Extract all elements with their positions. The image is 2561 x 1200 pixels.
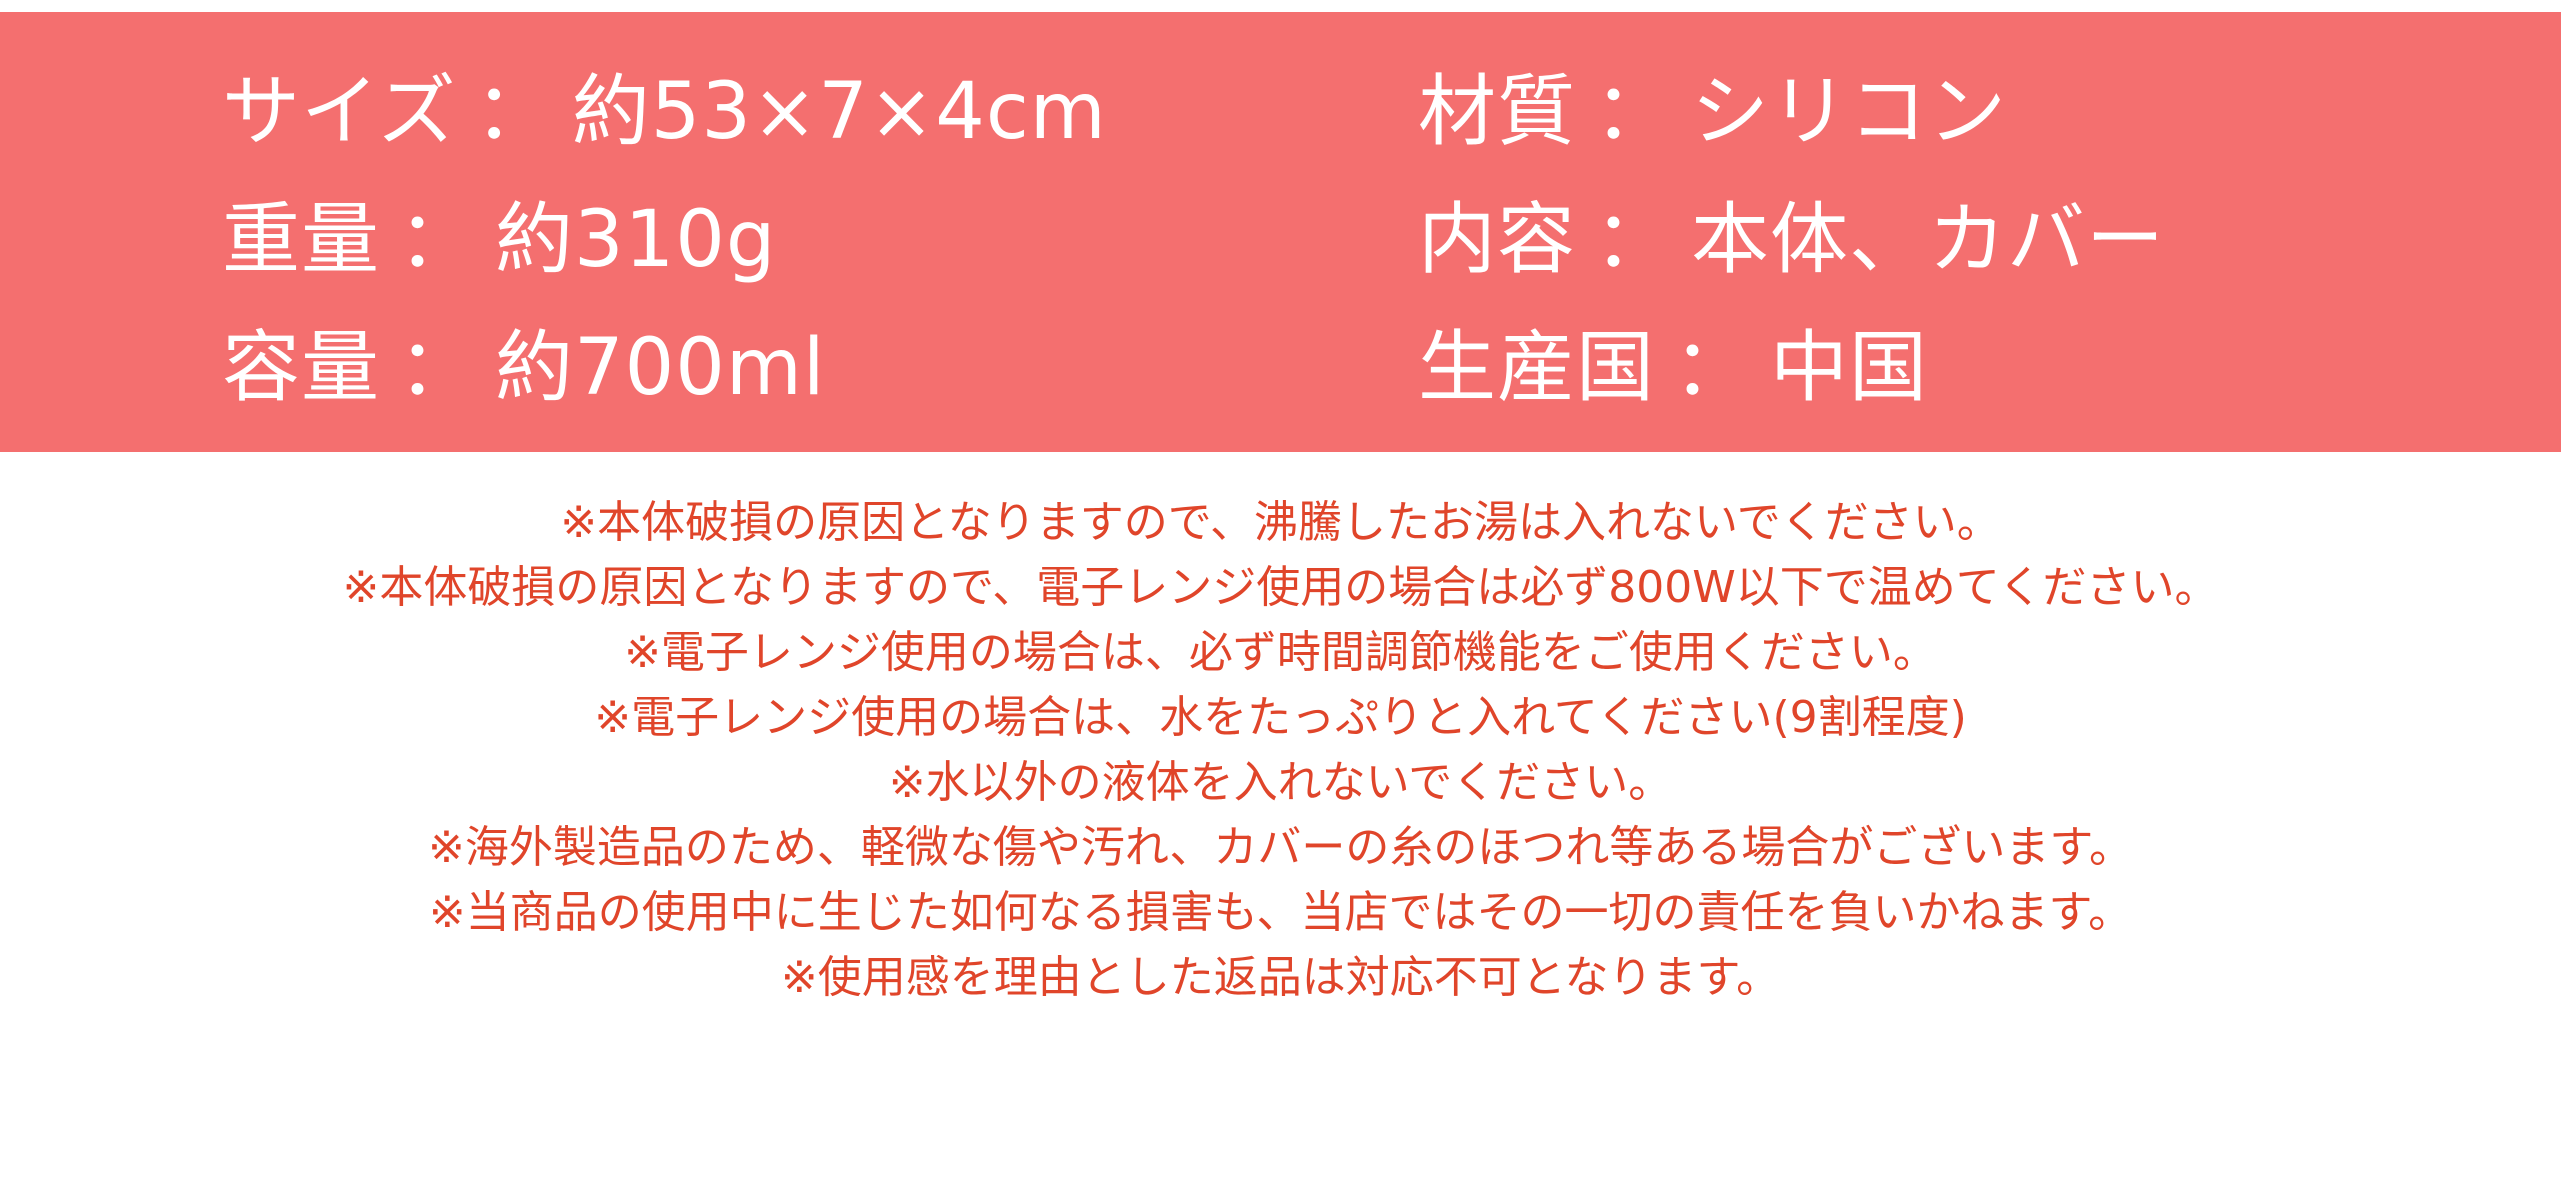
spec-value: 中国 xyxy=(1770,323,1929,413)
caution-note: ※当商品の使用中に生じた如何なる損害も、当店ではその一切の責任を負いかねます。 xyxy=(428,887,2133,938)
spec-panel: サイズ：約53×7×4cm 重量：約310g 容量：約700ml 材質：シリコン… xyxy=(0,12,2561,452)
caution-note: ※使用感を理由とした返品は対応不可となります。 xyxy=(780,952,1781,1003)
spec-label: 重量 xyxy=(222,195,381,285)
spec-separator: ： xyxy=(474,67,554,157)
spec-separator: ： xyxy=(398,195,478,285)
spec-value: 本体、カバー xyxy=(1691,195,2166,285)
caution-note: ※電子レンジ使用の場合は、水をたっぷりと入れてください(9割程度) xyxy=(594,692,1967,743)
spec-label: 材質 xyxy=(1418,67,1577,157)
spec-separator: ： xyxy=(1594,195,1674,285)
spec-origin: 生産国：中国 xyxy=(1418,318,1928,418)
spec-value: 約53×7×4cm xyxy=(571,67,1107,157)
spec-label: 内容 xyxy=(1418,195,1577,285)
spec-label: 生産国 xyxy=(1418,323,1656,413)
spec-label: サイズ xyxy=(222,67,457,157)
spec-size: サイズ：約53×7×4cm xyxy=(222,62,1107,162)
spec-separator: ： xyxy=(1594,67,1674,157)
caution-notes: ※本体破損の原因となりますので、沸騰したお湯は入れないでください。 ※本体破損の… xyxy=(0,490,2561,1010)
spec-value: 約700ml xyxy=(495,323,826,413)
spec-value: 約310g xyxy=(495,195,777,285)
spec-capacity: 容量：約700ml xyxy=(222,318,826,418)
spec-separator: ： xyxy=(1673,323,1753,413)
spec-separator: ： xyxy=(398,323,478,413)
spec-material: 材質：シリコン xyxy=(1418,62,2007,162)
spec-label: 容量 xyxy=(222,323,381,413)
caution-note: ※海外製造品のため、軽微な傷や汚れ、カバーの糸のほつれ等ある場合がございます。 xyxy=(428,822,2133,873)
caution-note: ※水以外の液体を入れないでください。 xyxy=(888,757,1673,808)
caution-note: ※本体破損の原因となりますので、電子レンジ使用の場合は必ず800W以下で温めてく… xyxy=(342,562,2219,613)
spec-weight: 重量：約310g xyxy=(222,190,776,290)
spec-value: シリコン xyxy=(1691,67,2008,157)
caution-note: ※本体破損の原因となりますので、沸騰したお湯は入れないでください。 xyxy=(560,497,2001,548)
caution-note: ※電子レンジ使用の場合は、必ず時間調節機能をご使用ください。 xyxy=(624,627,1937,678)
spec-contents: 内容：本体、カバー xyxy=(1418,190,2165,290)
